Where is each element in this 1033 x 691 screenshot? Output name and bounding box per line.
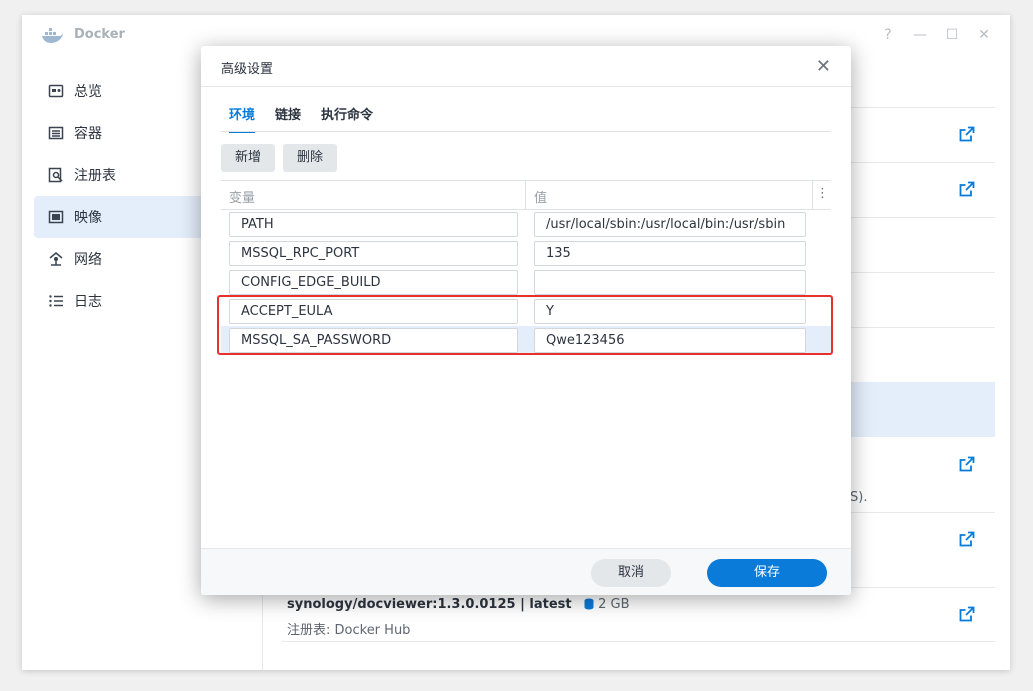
docker-logo-icon bbox=[42, 28, 63, 43]
dialog-title: 高级设置 bbox=[221, 62, 274, 77]
variable-value-input[interactable] bbox=[534, 270, 806, 295]
tab-environment[interactable]: 环境 bbox=[229, 104, 256, 133]
image-size: 2 GB bbox=[598, 597, 630, 612]
variable-name-input[interactable]: MSSQL_SA_PASSWORD bbox=[229, 328, 518, 353]
advanced-settings-dialog: 高级设置 ✕ 环境 链接 执行命令 新增 删除 变量 值 ⋮ PATH /usr… bbox=[201, 46, 851, 595]
registry-icon bbox=[48, 167, 63, 183]
column-resize-handle[interactable] bbox=[525, 181, 526, 209]
window-title: Docker bbox=[74, 27, 125, 42]
variable-name-input[interactable]: CONFIG_EDGE_BUILD bbox=[229, 270, 518, 295]
table-row-selected[interactable]: MSSQL_SA_PASSWORD Qwe123456 bbox=[221, 326, 831, 355]
close-icon[interactable]: ✕ bbox=[816, 56, 831, 77]
external-link-icon[interactable] bbox=[959, 531, 975, 547]
divider bbox=[201, 86, 851, 87]
log-icon bbox=[49, 295, 63, 307]
delete-button[interactable]: 删除 bbox=[283, 144, 338, 172]
variable-name-input[interactable]: MSSQL_RPC_PORT bbox=[229, 241, 518, 266]
image-description-partial: S). bbox=[850, 490, 868, 505]
external-link-icon[interactable] bbox=[959, 456, 975, 472]
sidebar-item-label: 日志 bbox=[74, 294, 102, 310]
column-header-variable[interactable]: 变量 bbox=[229, 187, 255, 206]
variable-value-input[interactable]: Qwe123456 bbox=[534, 328, 806, 353]
sidebar-item-label: 容器 bbox=[74, 126, 102, 142]
table-row[interactable]: ACCEPT_EULA Y bbox=[221, 297, 831, 326]
divider bbox=[282, 641, 995, 642]
tab-execute-command[interactable]: 执行命令 bbox=[321, 104, 373, 133]
column-menu-icon[interactable]: ⋮ bbox=[816, 186, 829, 201]
container-icon bbox=[48, 126, 64, 140]
variable-value-input[interactable]: /usr/local/sbin:/usr/local/bin:/usr/sbin bbox=[534, 212, 806, 237]
variable-value-input[interactable]: Y bbox=[534, 299, 806, 324]
image-registry: 注册表: Docker Hub bbox=[287, 623, 411, 638]
external-link-icon[interactable] bbox=[959, 181, 975, 197]
network-icon bbox=[49, 252, 63, 266]
disk-icon bbox=[584, 598, 594, 610]
env-variable-table: 变量 值 ⋮ PATH /usr/local/sbin:/usr/local/b… bbox=[221, 180, 831, 355]
column-resize-handle[interactable] bbox=[812, 181, 813, 209]
divider bbox=[221, 131, 831, 132]
variable-name-input[interactable]: PATH bbox=[229, 212, 518, 237]
column-header-value[interactable]: 值 bbox=[534, 187, 547, 206]
sidebar-item-label: 总览 bbox=[74, 84, 102, 100]
add-button[interactable]: 新增 bbox=[221, 144, 276, 172]
table-header: 变量 值 ⋮ bbox=[221, 180, 831, 210]
table-row[interactable]: PATH /usr/local/sbin:/usr/local/bin:/usr… bbox=[221, 210, 831, 239]
variable-name-input[interactable]: ACCEPT_EULA bbox=[229, 299, 518, 324]
external-link-icon[interactable] bbox=[959, 606, 975, 622]
cancel-button[interactable]: 取消 bbox=[591, 559, 671, 587]
sidebar-item-label: 注册表 bbox=[74, 168, 116, 184]
table-row[interactable]: CONFIG_EDGE_BUILD bbox=[221, 268, 831, 297]
overview-icon bbox=[48, 84, 64, 98]
image-name: synology/docviewer:1.3.0.0125 | latest 2… bbox=[287, 597, 630, 612]
image-title: synology/docviewer:1.3.0.0125 | latest bbox=[287, 597, 572, 612]
external-link-icon[interactable] bbox=[959, 126, 975, 142]
variable-value-input[interactable]: 135 bbox=[534, 241, 806, 266]
tab-links[interactable]: 链接 bbox=[275, 104, 301, 133]
sidebar-item-label: 映像 bbox=[74, 210, 102, 226]
tab-bar: 环境 链接 执行命令 bbox=[229, 104, 393, 133]
table-row[interactable]: MSSQL_RPC_PORT 135 bbox=[221, 239, 831, 268]
dialog-footer: 取消 保存 bbox=[201, 549, 851, 595]
sidebar-item-label: 网络 bbox=[74, 252, 102, 268]
save-button[interactable]: 保存 bbox=[707, 559, 827, 587]
image-icon bbox=[48, 210, 64, 224]
